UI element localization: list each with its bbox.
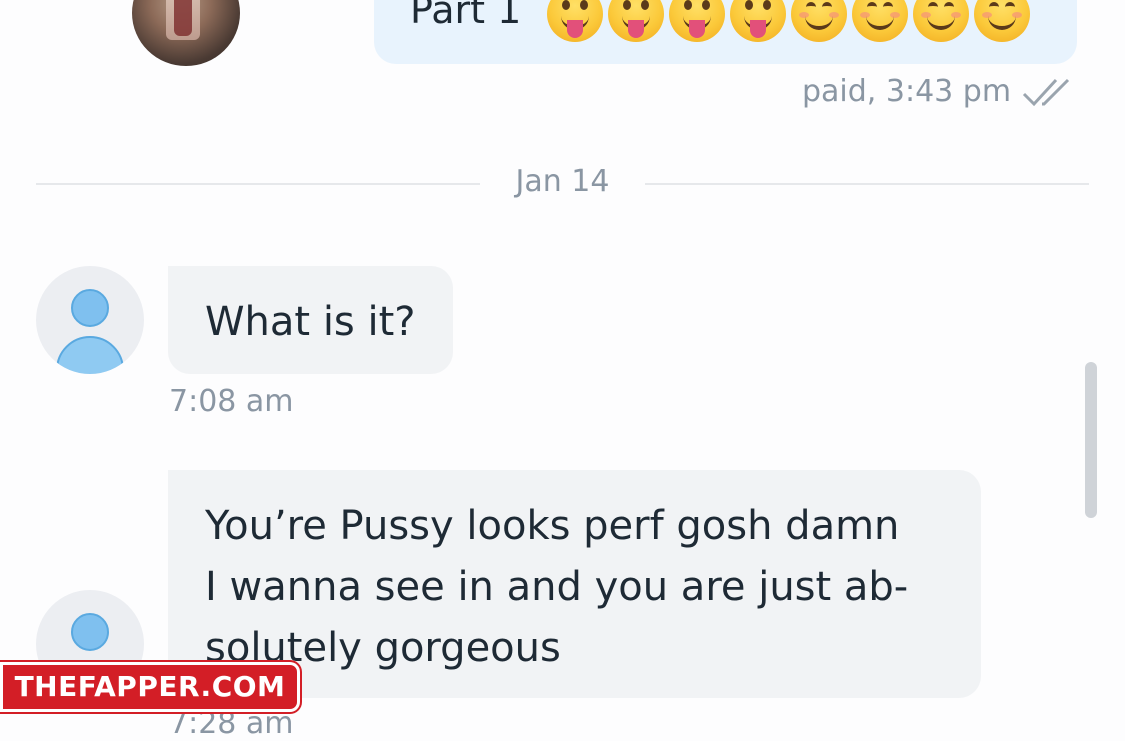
user-head-icon (71, 613, 109, 651)
avatar-photo-detail (174, 0, 192, 36)
sender-avatar[interactable] (132, 0, 240, 66)
smiling-face-icon (852, 0, 908, 42)
tongue-out-face-icon (730, 0, 786, 42)
separator-line-right (645, 183, 1089, 185)
incoming-message-line: You’re Pussy looks perf gosh damn (205, 503, 900, 549)
incoming-message-text: What is it? (205, 299, 416, 345)
user-body-icon (56, 336, 124, 374)
emoji-row (547, 0, 1030, 42)
incoming-message-line: I wanna see in and you are just ab- (205, 564, 909, 610)
date-separator: Jan 14 (515, 164, 610, 199)
outgoing-message-text: Part 1 (410, 0, 522, 32)
message-time: 7:08 am (169, 384, 294, 419)
tongue-out-face-icon (669, 0, 725, 42)
tongue-out-face-icon (547, 0, 603, 42)
separator-line-left (36, 183, 480, 185)
user-head-icon (71, 289, 109, 327)
scrollbar-thumb[interactable] (1085, 362, 1097, 518)
smiling-face-icon (791, 0, 847, 42)
double-check-icon (1022, 78, 1070, 107)
recipient-avatar[interactable] (36, 266, 144, 374)
incoming-message-bubble[interactable]: What is it? (168, 266, 453, 374)
smiling-face-icon (913, 0, 969, 42)
tongue-out-face-icon (608, 0, 664, 42)
outgoing-status: paid, 3:43 pm (802, 74, 1012, 109)
smiling-face-icon (974, 0, 1030, 42)
watermark-logo: THEFAPPER.COM (0, 662, 300, 712)
